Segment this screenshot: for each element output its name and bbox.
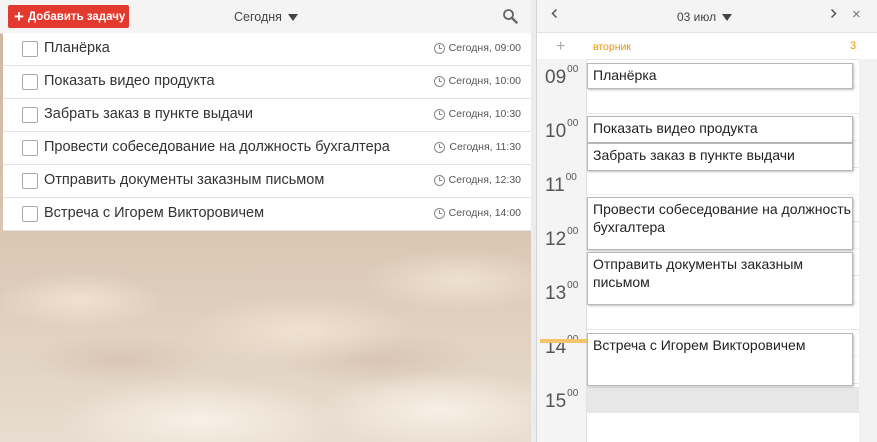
- clock-icon: [433, 207, 445, 219]
- date-picker[interactable]: 03 июл: [677, 10, 733, 24]
- hour-label: 1000: [545, 118, 579, 142]
- calendar-event[interactable]: Показать видео продукта: [587, 116, 853, 143]
- chevron-left-icon[interactable]: [550, 9, 559, 18]
- chevron-right-icon[interactable]: [829, 9, 838, 18]
- task-due-text: Сегодня, 12:30: [448, 174, 521, 186]
- grid-line: [587, 329, 859, 330]
- calendar-event[interactable]: Провести собеседование на должность бухг…: [587, 197, 853, 250]
- task-checkbox[interactable]: [22, 107, 38, 123]
- close-icon[interactable]: ×: [852, 6, 861, 23]
- search-icon[interactable]: [502, 8, 518, 24]
- task-due: Сегодня, 14:00: [433, 207, 521, 219]
- calendar-event[interactable]: Отправить документы заказным письмом: [587, 252, 853, 305]
- date-label: 03 июл: [677, 10, 717, 24]
- task-row[interactable]: Планёрка Сегодня, 09:00: [3, 33, 531, 66]
- chevron-down-icon: [287, 13, 298, 21]
- grid-line: [587, 59, 859, 60]
- task-row[interactable]: Провести собеседование на должность бухг…: [3, 132, 531, 165]
- hour-label: 1200: [545, 226, 579, 250]
- calendar-pane: 03 июл × + вторник 3 0900 1000 1100 1200…: [536, 0, 877, 442]
- tasks-toolbar: + Добавить задачу Сегодня: [0, 0, 531, 34]
- task-title[interactable]: Встреча с Игорем Викторовичем: [44, 205, 264, 221]
- date-filter-label: Сегодня: [234, 10, 282, 24]
- off-hours-block: [587, 387, 859, 413]
- hour-label: 1100: [545, 172, 577, 196]
- task-title[interactable]: Забрать заказ в пункте выдачи: [44, 106, 253, 122]
- task-row[interactable]: Показать видео продукта Сегодня, 10:00: [3, 66, 531, 99]
- time-column: 0900 1000 1100 1200 1300 1400 1500: [537, 59, 587, 442]
- task-row[interactable]: Встреча с Игорем Викторовичем Сегодня, 1…: [3, 198, 531, 231]
- task-checkbox[interactable]: [22, 74, 38, 90]
- task-due: Сегодня, 10:30: [433, 108, 521, 120]
- day-header: + вторник 3: [537, 33, 877, 59]
- clock-icon: [433, 108, 445, 120]
- clock-icon: [434, 141, 446, 153]
- task-due: Сегодня, 10:00: [433, 75, 521, 87]
- task-due-text: Сегодня, 10:30: [448, 108, 521, 120]
- calendar-header: 03 июл ×: [537, 0, 877, 33]
- task-due-text: Сегодня, 14:00: [448, 207, 521, 219]
- calendar-event[interactable]: Забрать заказ в пункте выдачи: [587, 143, 853, 171]
- task-due-text: Сегодня, 10:00: [448, 75, 521, 87]
- grid-line: [587, 113, 859, 114]
- task-due: Сегодня, 11:30: [434, 141, 521, 153]
- task-list: Планёрка Сегодня, 09:00 Показать видео п…: [3, 33, 531, 231]
- task-row[interactable]: Отправить документы заказным письмом Сег…: [3, 165, 531, 198]
- task-checkbox[interactable]: [22, 140, 38, 156]
- calendar-event[interactable]: Встреча с Игорем Викторовичем: [587, 333, 853, 386]
- tasks-pane: + Добавить задачу Сегодня Планёрка Сегод…: [0, 0, 531, 442]
- add-task-button[interactable]: + Добавить задачу: [8, 5, 129, 28]
- task-due-text: Сегодня, 09:00: [448, 42, 521, 54]
- date-filter-dropdown[interactable]: Сегодня: [234, 10, 298, 24]
- task-title[interactable]: Планёрка: [44, 40, 110, 56]
- hour-label: 0900: [545, 64, 579, 88]
- task-checkbox[interactable]: [22, 206, 38, 222]
- task-title[interactable]: Показать видео продукта: [44, 73, 215, 89]
- task-due: Сегодня, 09:00: [433, 42, 521, 54]
- plus-icon: +: [14, 7, 24, 26]
- grid-line: [587, 194, 859, 195]
- day-name: вторник: [593, 41, 631, 53]
- chevron-down-icon: [722, 13, 733, 21]
- add-event-icon[interactable]: +: [556, 38, 565, 56]
- current-time-marker: [540, 339, 587, 343]
- task-title[interactable]: Отправить документы заказным письмом: [44, 172, 324, 188]
- task-checkbox[interactable]: [22, 41, 38, 57]
- clock-icon: [433, 174, 445, 186]
- task-due: Сегодня, 12:30: [433, 174, 521, 186]
- day-number: 3: [850, 40, 857, 52]
- clock-icon: [433, 42, 445, 54]
- hour-label: 1500: [545, 388, 579, 412]
- task-checkbox[interactable]: [22, 173, 38, 189]
- task-due-text: Сегодня, 11:30: [449, 141, 521, 153]
- task-row[interactable]: Забрать заказ в пункте выдачи Сегодня, 1…: [3, 99, 531, 132]
- add-task-label: Добавить задачу: [27, 10, 126, 23]
- hour-label: 1300: [545, 280, 579, 304]
- task-title[interactable]: Провести собеседование на должность бухг…: [44, 139, 390, 155]
- clock-icon: [433, 75, 445, 87]
- scrollbar[interactable]: [859, 59, 877, 442]
- calendar-event[interactable]: Планёрка: [587, 63, 853, 89]
